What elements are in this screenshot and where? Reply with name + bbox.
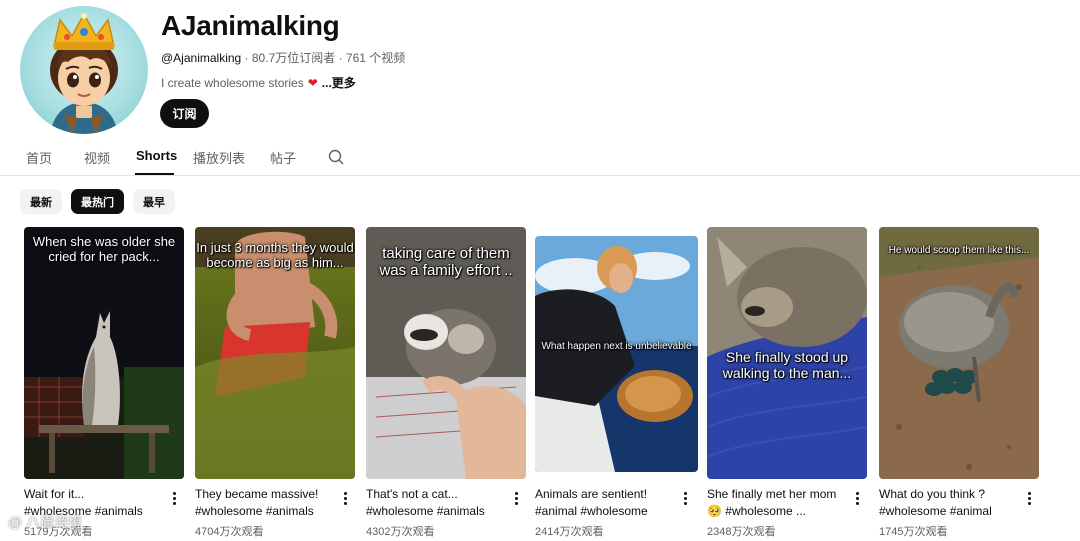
more-options-icon[interactable]: [172, 492, 178, 506]
short-title-line: #wholesome #animals: [366, 504, 485, 518]
tab-shorts[interactable]: Shorts: [136, 148, 177, 163]
tab-posts[interactable]: 帖子: [270, 148, 296, 167]
channel-tabs: 首页 视频 Shorts 播放列表 帖子: [0, 138, 1080, 176]
short-thumbnail[interactable]: taking care of them was a family effort …: [366, 227, 526, 479]
short-title[interactable]: What do you think ? #wholesome #animal: [879, 486, 1024, 520]
short-thumbnail[interactable]: She finally stood up walking to the man.…: [707, 227, 867, 479]
subscribe-button[interactable]: 订阅: [160, 99, 209, 128]
short-card[interactable]: In just 3 months they would become as bi…: [195, 227, 355, 538]
more-options-icon[interactable]: [1027, 492, 1033, 506]
short-title-line: That's not a cat...: [366, 487, 458, 501]
short-thumbnail[interactable]: In just 3 months they would become as bi…: [195, 227, 355, 479]
more-options-icon[interactable]: [683, 492, 689, 506]
channel-stats: · 80.7万位订阅者 · 761 个视频: [241, 51, 406, 65]
short-thumbnail[interactable]: He would scoop them like this...: [879, 227, 1039, 479]
short-card[interactable]: She finally stood up walking to the man.…: [707, 227, 867, 538]
short-title-line: #wholesome #animal: [879, 504, 992, 518]
thumbnail-caption: What happen next is unbelievable: [541, 341, 692, 352]
watermark: @ 八眉诗境: [8, 514, 83, 530]
short-card[interactable]: He would scoop them like this... What do…: [879, 227, 1039, 538]
channel-name: AJanimalking: [161, 10, 340, 41]
channel-avatar[interactable]: [20, 6, 148, 134]
more-options-icon[interactable]: [855, 492, 861, 506]
thumbnail-image: [535, 236, 698, 472]
active-tab-indicator: [135, 173, 174, 175]
short-card[interactable]: When she was older she cried for her pac…: [24, 227, 184, 538]
avatar-illustration: [50, 12, 118, 134]
short-title[interactable]: They became massive! #wholesome #animals: [195, 486, 340, 520]
thumbnail-image: [879, 227, 1039, 479]
short-views: 1745万次观看: [879, 526, 948, 538]
thumbnail-caption: In just 3 months they would become as bi…: [196, 240, 354, 270]
short-thumbnail[interactable]: What happen next is unbelievable: [535, 236, 698, 472]
short-card[interactable]: What happen next is unbelievable Animals…: [535, 236, 698, 538]
tab-home[interactable]: 首页: [26, 148, 52, 167]
short-title[interactable]: Animals are sentient! #animal #wholesome: [535, 486, 680, 520]
chip-latest[interactable]: 最新: [20, 189, 62, 214]
short-views: 2414万次观看: [535, 526, 604, 538]
channel-handle[interactable]: @Ajanimalking: [161, 51, 241, 65]
short-title-line: What do you think ?: [879, 487, 986, 501]
short-title[interactable]: That's not a cat... #wholesome #animals: [366, 486, 511, 520]
short-title-line: Wait for it...: [24, 487, 85, 501]
channel-description-text: I create wholesome stories: [161, 75, 304, 90]
heart-icon: ❤: [307, 75, 318, 90]
short-views: 2348万次观看: [707, 526, 776, 538]
short-title-line: 🥺 #wholesome ...: [707, 504, 806, 518]
short-title-line: #animal #wholesome: [535, 504, 648, 518]
short-views: 4302万次观看: [366, 526, 435, 538]
thumbnail-caption: taking care of them was a family effort …: [379, 245, 513, 280]
thumbnail-caption: She finally stood up walking to the man.…: [722, 349, 852, 382]
channel-meta: @Ajanimalking · 80.7万位订阅者 · 761 个视频: [161, 49, 405, 66]
more-options-icon[interactable]: [514, 492, 520, 506]
tab-playlists[interactable]: 播放列表: [193, 148, 245, 167]
tab-videos[interactable]: 视频: [84, 148, 110, 167]
more-options-icon[interactable]: [343, 492, 349, 506]
short-views: 4704万次观看: [195, 526, 264, 538]
search-icon[interactable]: [328, 149, 344, 165]
short-card[interactable]: taking care of them was a family effort …: [366, 227, 526, 538]
short-title[interactable]: She finally met her mom 🥺 #wholesome ...: [707, 486, 852, 520]
short-title-line: She finally met her mom: [707, 487, 837, 501]
thumbnail-caption: When she was older she cried for her pac…: [32, 234, 176, 264]
short-thumbnail[interactable]: When she was older she cried for her pac…: [24, 227, 184, 479]
short-title-line: Animals are sentient!: [535, 487, 648, 501]
short-title-line: They became massive!: [195, 487, 319, 501]
thumbnail-caption: He would scoop them like this...: [888, 245, 1030, 256]
chip-oldest[interactable]: 最早: [133, 189, 175, 214]
chip-popular[interactable]: 最热门: [71, 189, 124, 214]
more-link[interactable]: ...更多: [322, 74, 356, 91]
channel-description[interactable]: I create wholesome stories ❤ ...更多: [161, 74, 356, 91]
short-title-line: #wholesome #animals: [195, 504, 314, 518]
